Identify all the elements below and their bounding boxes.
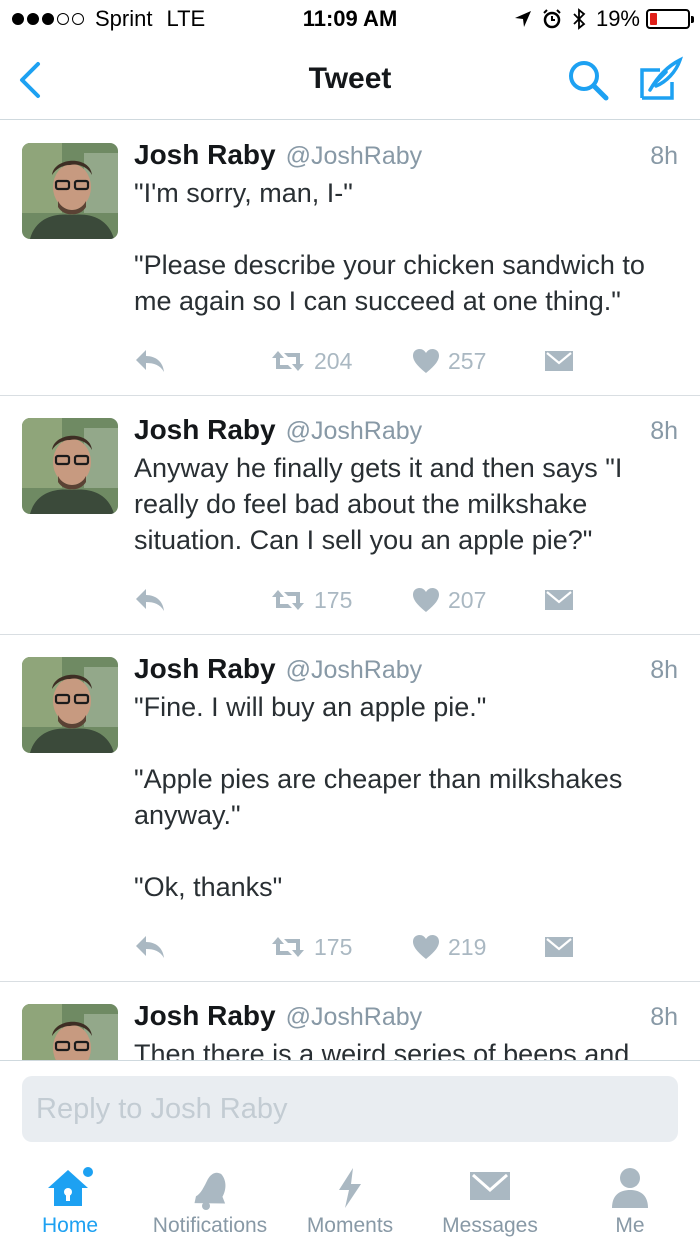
tweet-author-handle[interactable]: @JoshRaby (286, 1003, 423, 1032)
compose-icon[interactable] (638, 56, 684, 102)
retweet-count: 175 (314, 586, 353, 613)
battery-icon (646, 9, 694, 29)
tweet-actions: 175 219 (134, 927, 678, 967)
tweet-actions: 204 257 (134, 341, 678, 381)
like-count: 219 (448, 933, 487, 960)
retweet-icon (270, 587, 306, 613)
tweet-author-name[interactable]: Josh Raby (134, 653, 276, 685)
tweet-timestamp: 8h (650, 656, 678, 684)
bell-icon (190, 1166, 230, 1215)
bluetooth-icon (572, 8, 586, 30)
tweet-actions: 175 207 (134, 580, 678, 620)
reply-input[interactable] (22, 1076, 678, 1142)
reply-icon (134, 934, 166, 960)
envelope-icon (468, 1166, 512, 1211)
like-button[interactable]: 219 (412, 934, 544, 961)
envelope-icon (544, 936, 574, 958)
tab-label: Messages (442, 1214, 538, 1237)
reply-button[interactable] (134, 934, 270, 960)
tweet[interactable]: Josh Raby @JoshRaby 8h "Fine. I will buy… (0, 635, 700, 982)
reply-button[interactable] (134, 348, 270, 374)
avatar[interactable] (22, 143, 118, 239)
heart-icon (412, 348, 440, 374)
retweet-button[interactable]: 175 (270, 934, 412, 961)
avatar[interactable] (22, 418, 118, 514)
tweet-timestamp: 8h (650, 417, 678, 445)
battery-percent: 19% (595, 6, 640, 31)
retweet-icon (270, 934, 306, 960)
avatar[interactable] (22, 657, 118, 753)
tab-bar: Home Notifications Moments Messages Me (0, 1156, 700, 1245)
alarm-icon (542, 9, 562, 29)
tweet-author-handle[interactable]: @JoshRaby (286, 656, 423, 685)
envelope-icon (544, 350, 574, 372)
reply-icon (134, 348, 166, 374)
home-icon (46, 1166, 94, 1215)
retweet-button[interactable]: 175 (270, 587, 412, 614)
retweet-count: 204 (314, 347, 353, 374)
direct-message-button[interactable] (544, 589, 574, 611)
tweet-text: "I'm sorry, man, I-" "Please describe yo… (134, 178, 645, 316)
avatar[interactable] (22, 1004, 118, 1061)
tab-moments[interactable]: Moments (280, 1156, 420, 1245)
search-icon[interactable] (566, 58, 610, 102)
tab-messages[interactable]: Messages (420, 1156, 560, 1245)
tweet-text: "Fine. I will buy an apple pie." "Apple … (134, 692, 623, 902)
tweet-author-handle[interactable]: @JoshRaby (286, 417, 423, 446)
tab-notifications[interactable]: Notifications (140, 1156, 280, 1245)
like-count: 257 (448, 347, 487, 374)
tab-label: Notifications (152, 1214, 268, 1237)
reply-bar (0, 1060, 700, 1156)
direct-message-button[interactable] (544, 936, 574, 958)
tweet[interactable]: Josh Raby @JoshRaby 8h Then there is a w… (0, 982, 700, 1061)
tab-me[interactable]: Me (560, 1156, 700, 1245)
retweet-button[interactable]: 204 (270, 348, 412, 375)
like-count: 207 (448, 586, 487, 613)
envelope-icon (544, 589, 574, 611)
tweet-timestamp: 8h (650, 1003, 678, 1031)
direct-message-button[interactable] (544, 350, 574, 372)
person-icon (609, 1166, 651, 1215)
tab-home[interactable]: Home (0, 1156, 140, 1245)
reply-icon (134, 587, 166, 613)
tweet-author-handle[interactable]: @JoshRaby (286, 142, 423, 171)
nav-bar: Tweet (0, 40, 700, 120)
tweet-timestamp: 8h (650, 142, 678, 170)
heart-icon (412, 587, 440, 613)
tab-label: Moments (306, 1214, 394, 1237)
tweet[interactable]: Josh Raby @JoshRaby 8h "I'm sorry, man, … (0, 121, 700, 396)
tab-label: Home (41, 1214, 99, 1237)
like-button[interactable]: 207 (412, 587, 544, 614)
location-arrow-icon (514, 10, 532, 28)
tweet-text: Then there is a weird series of beeps an… (134, 1039, 630, 1061)
tweet-text: Anyway he finally gets it and then says … (134, 453, 630, 555)
reply-button[interactable] (134, 587, 270, 613)
retweet-count: 175 (314, 933, 353, 960)
lightning-icon (335, 1166, 365, 1215)
status-bar: Sprint LTE 11:09 AM 19% (0, 0, 700, 40)
tab-label: Me (615, 1214, 645, 1237)
status-right: 19% (504, 6, 694, 32)
retweet-icon (270, 348, 306, 374)
like-button[interactable]: 257 (412, 348, 544, 375)
tweet[interactable]: Josh Raby @JoshRaby 8h Anyway he finally… (0, 396, 700, 635)
tweet-feed[interactable]: Josh Raby @JoshRaby 8h "I'm sorry, man, … (0, 121, 700, 1061)
heart-icon (412, 934, 440, 960)
tweet-author-name[interactable]: Josh Raby (134, 139, 276, 171)
tweet-author-name[interactable]: Josh Raby (134, 1000, 276, 1032)
tweet-author-name[interactable]: Josh Raby (134, 414, 276, 446)
